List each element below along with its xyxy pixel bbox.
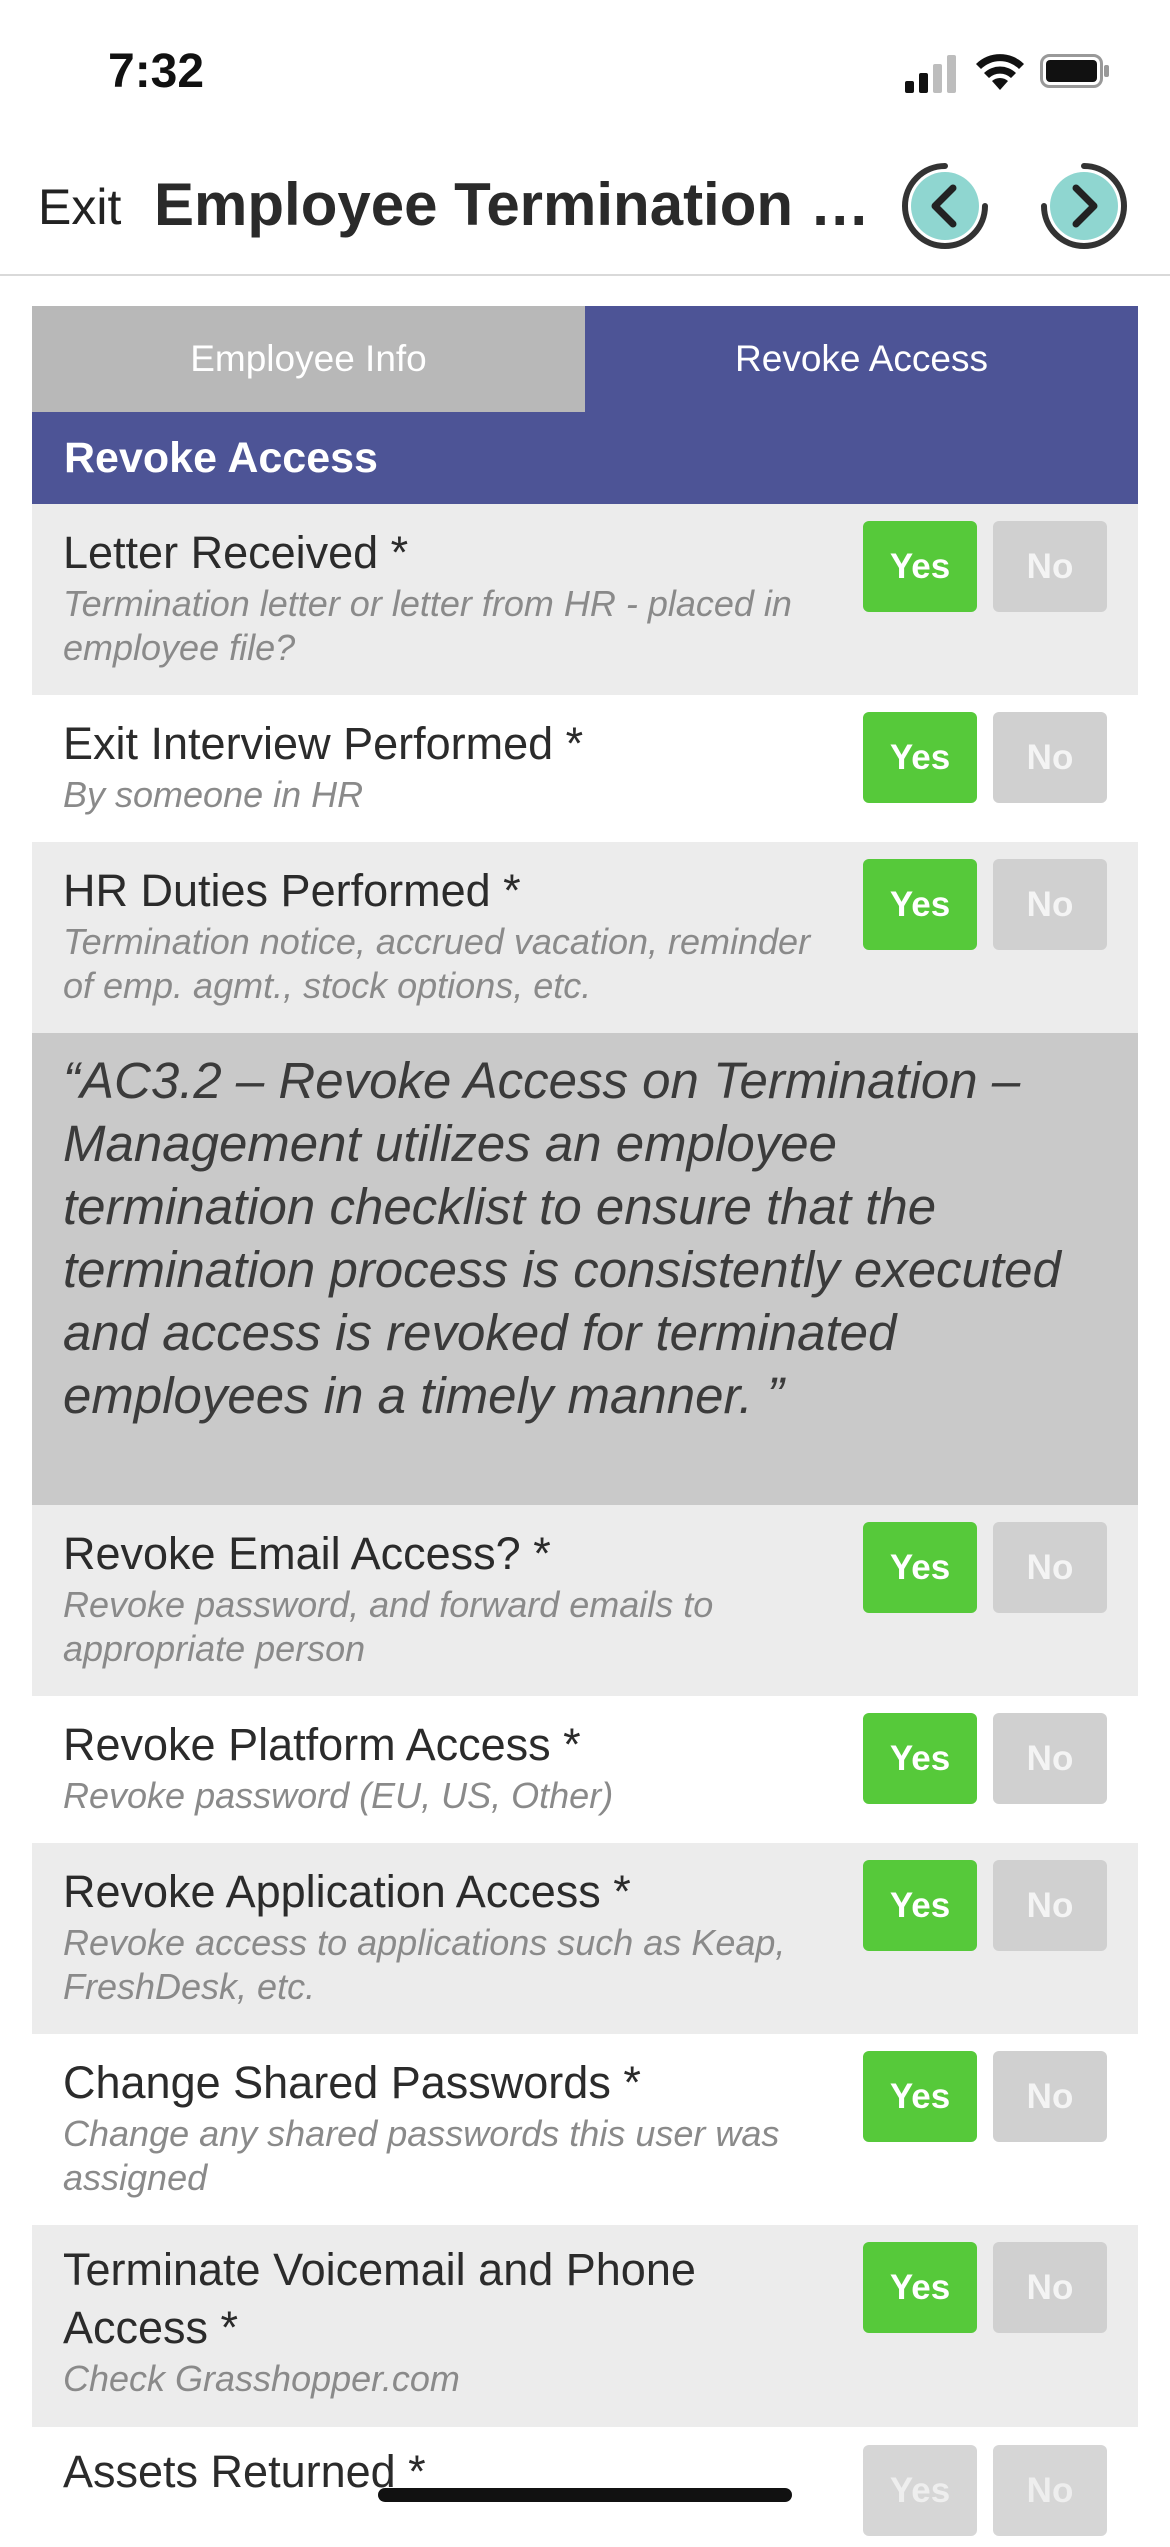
checklist-item-revoke-application: Revoke Application Access * Revoke acces… (32, 1843, 1138, 2034)
previous-icon[interactable] (899, 160, 991, 252)
item-title: Revoke Application Access * (63, 1866, 631, 1917)
checklist: Letter Received * Termination letter or … (32, 504, 1138, 2547)
no-button[interactable]: No (993, 2051, 1107, 2142)
yes-no-toggle: Yes No (863, 521, 1107, 612)
item-subtitle: Change any shared passwords this user wa… (63, 2113, 780, 2198)
yes-button[interactable]: Yes (863, 2051, 977, 2142)
item-title: Change Shared Passwords * (63, 2057, 641, 2108)
item-title: Exit Interview Performed * (63, 718, 584, 769)
checklist-item-assets-returned: Assets Returned * Yes No (32, 2427, 1138, 2547)
item-subtitle: Revoke password (EU, US, Other) (63, 1775, 614, 1816)
no-button[interactable]: No (993, 2242, 1107, 2333)
checklist-item-revoke-email: Revoke Email Access? * Revoke password, … (32, 1505, 1138, 1696)
checklist-item-hr-duties: HR Duties Performed * Termination notice… (32, 842, 1138, 1033)
checklist-item-letter-received: Letter Received * Termination letter or … (32, 504, 1138, 695)
page-title: Employee Termination C... (154, 171, 874, 238)
wifi-icon (976, 54, 1024, 90)
no-button[interactable]: No (993, 2445, 1107, 2536)
yes-no-toggle: Yes No (863, 1860, 1107, 1951)
no-button[interactable]: No (993, 1522, 1107, 1613)
navigation-bar: Exit Employee Termination C... (0, 140, 1170, 276)
yes-no-toggle: Yes No (863, 2445, 1107, 2536)
item-subtitle: Termination notice, accrued vacation, re… (63, 921, 811, 1006)
checklist-item-revoke-platform: Revoke Platform Access * Revoke password… (32, 1696, 1138, 1843)
yes-button[interactable]: Yes (863, 2242, 977, 2333)
home-indicator (378, 2488, 792, 2502)
item-subtitle: Revoke password, and forward emails to a… (63, 1584, 714, 1669)
yes-button[interactable]: Yes (863, 859, 977, 950)
no-button[interactable]: No (993, 521, 1107, 612)
item-subtitle: By someone in HR (63, 774, 364, 815)
yes-no-toggle: Yes No (863, 712, 1107, 803)
item-subtitle: Check Grasshopper.com (63, 2358, 460, 2399)
item-title: Revoke Platform Access * (63, 1719, 581, 1770)
status-time: 7:32 (108, 45, 205, 98)
checklist-item-voicemail-phone: Terminate Voicemail and Phone Access * C… (32, 2225, 1138, 2427)
no-button[interactable]: No (993, 1713, 1107, 1804)
section-header: Revoke Access (32, 412, 1138, 504)
battery-icon (1040, 54, 1109, 88)
item-subtitle: Termination letter or letter from HR - p… (63, 583, 792, 668)
yes-button[interactable]: Yes (863, 521, 977, 612)
yes-button[interactable]: Yes (863, 1713, 977, 1804)
yes-button[interactable]: Yes (863, 2445, 977, 2536)
item-title: HR Duties Performed * (63, 865, 521, 916)
tab-revoke-access[interactable]: Revoke Access (585, 306, 1138, 412)
next-icon[interactable] (1038, 160, 1130, 252)
yes-button[interactable]: Yes (863, 712, 977, 803)
item-title: Revoke Email Access? * (63, 1528, 551, 1579)
yes-no-toggle: Yes No (863, 1522, 1107, 1613)
cellular-signal-icon (905, 55, 956, 93)
no-button[interactable]: No (993, 859, 1107, 950)
tab-bar: Employee Info Revoke Access (32, 306, 1138, 412)
yes-button[interactable]: Yes (863, 1522, 977, 1613)
yes-no-toggle: Yes No (863, 2051, 1107, 2142)
yes-no-toggle: Yes No (863, 1713, 1107, 1804)
item-subtitle: Revoke access to applications such as Ke… (63, 1922, 786, 2007)
no-button[interactable]: No (993, 712, 1107, 803)
yes-button[interactable]: Yes (863, 1860, 977, 1951)
tab-employee-info[interactable]: Employee Info (32, 306, 585, 412)
control-quote: “AC3.2 – Revoke Access on Termination – … (32, 1033, 1138, 1505)
item-title: Terminate Voicemail and Phone Access * (63, 2244, 696, 2353)
checklist-item-change-passwords: Change Shared Passwords * Change any sha… (32, 2034, 1138, 2225)
yes-no-toggle: Yes No (863, 2242, 1107, 2333)
item-title: Letter Received * (63, 527, 409, 578)
status-bar: 7:32 (0, 0, 1170, 140)
yes-no-toggle: Yes No (863, 859, 1107, 950)
no-button[interactable]: No (993, 1860, 1107, 1951)
exit-button[interactable]: Exit (38, 178, 121, 236)
checklist-item-exit-interview: Exit Interview Performed * By someone in… (32, 695, 1138, 842)
